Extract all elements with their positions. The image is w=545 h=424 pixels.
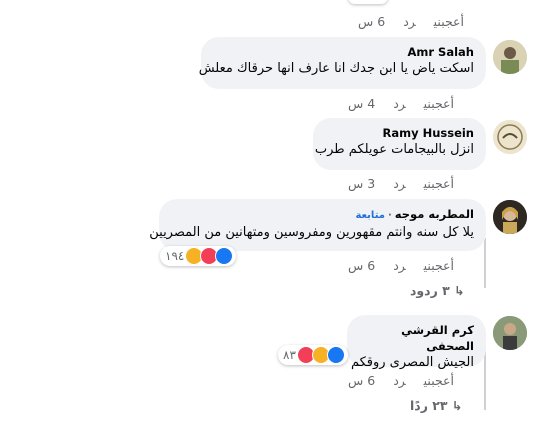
reply-arrow-icon: ↳ (454, 283, 465, 298)
comment-bubble: المطربه موجه·متابعة يلا كل سنه وانتم مقه… (149, 199, 486, 251)
like-link[interactable]: أعجبني (424, 96, 454, 111)
comment-text: الجيش المصرى روقكم (350, 355, 474, 370)
like-link[interactable]: أعجبني (424, 373, 454, 388)
comment-bubble: Ramy Hussein انزل بالبيجامات عويلكم طرب (313, 118, 486, 170)
comment-bubble: كرم القرشي الصحفى الجيش المصرى روقكم (347, 315, 486, 370)
comment-actions: أعجبني رد 4 س (330, 96, 454, 111)
comment-text: يلا كل سنه وانتم مقهورين ومفروسين ومتهان… (149, 225, 474, 240)
timestamp[interactable]: 6 س (348, 373, 375, 388)
view-replies-link[interactable]: ↳ ٢٣ ردًا (410, 398, 462, 413)
top-reaction-fragment (348, 0, 388, 4)
comment-author[interactable]: كرم القرشي الصحفى (359, 322, 474, 354)
comment-author[interactable]: المطربه موجه (395, 207, 474, 221)
reaction-count: ١٩٤ (165, 249, 185, 263)
like-link[interactable]: أعجبني (424, 176, 454, 191)
comment-author-line: المطربه موجه·متابعة (171, 206, 474, 224)
timestamp[interactable]: 6 س (358, 14, 385, 29)
thread-line (484, 238, 486, 288)
reply-link[interactable]: رد (393, 258, 405, 273)
comment-text: اسكت ياض يا ابن جدك انا عارف انها حرقاك … (198, 61, 474, 76)
comment-actions: أعجبني رد 6 س (330, 373, 454, 388)
timestamp[interactable]: 3 س (348, 176, 375, 191)
avatar[interactable] (493, 120, 527, 154)
reaction-summary[interactable]: ٨٣ (278, 345, 348, 365)
comment-bubble: Amr Salah اسكت ياض يا ابن جدك انا عارف ا… (198, 37, 486, 89)
timestamp[interactable]: 4 س (348, 96, 375, 111)
replies-count: ٣ ردود (410, 283, 450, 298)
thread-line (484, 350, 486, 410)
reply-link[interactable]: رد (393, 96, 405, 111)
follow-link[interactable]: متابعة (355, 210, 385, 221)
comment-actions: أعجبني رد 6 س (330, 258, 454, 273)
view-replies-link[interactable]: ↳ ٣ ردود (410, 283, 465, 298)
comment-actions: أعجبني رد 3 س (330, 176, 454, 191)
reply-arrow-icon: ↳ (451, 398, 463, 413)
separator-dot: · (387, 210, 392, 221)
like-link[interactable]: أعجبني (424, 258, 454, 273)
like-link[interactable]: أعجبني (434, 14, 464, 29)
avatar[interactable] (493, 40, 527, 74)
comment-text: انزل بالبيجامات عويلكم طرب (314, 142, 474, 157)
like-icon (326, 346, 345, 364)
comment-author[interactable]: Ramy Hussein (325, 125, 474, 141)
avatar[interactable] (493, 316, 527, 350)
comment-author[interactable]: Amr Salah (213, 44, 475, 60)
avatar[interactable] (493, 200, 527, 234)
reaction-count: ٨٣ (283, 348, 296, 362)
replies-count: ٢٣ ردًا (410, 398, 448, 413)
reply-link[interactable]: رد (393, 373, 405, 388)
reaction-summary[interactable]: ١٩٤ (160, 246, 237, 266)
reply-link[interactable]: رد (403, 14, 415, 29)
like-icon (215, 247, 234, 265)
timestamp[interactable]: 6 س (348, 258, 375, 273)
comment-actions: أعجبني رد 6 س (340, 14, 464, 29)
reply-link[interactable]: رد (393, 176, 405, 191)
